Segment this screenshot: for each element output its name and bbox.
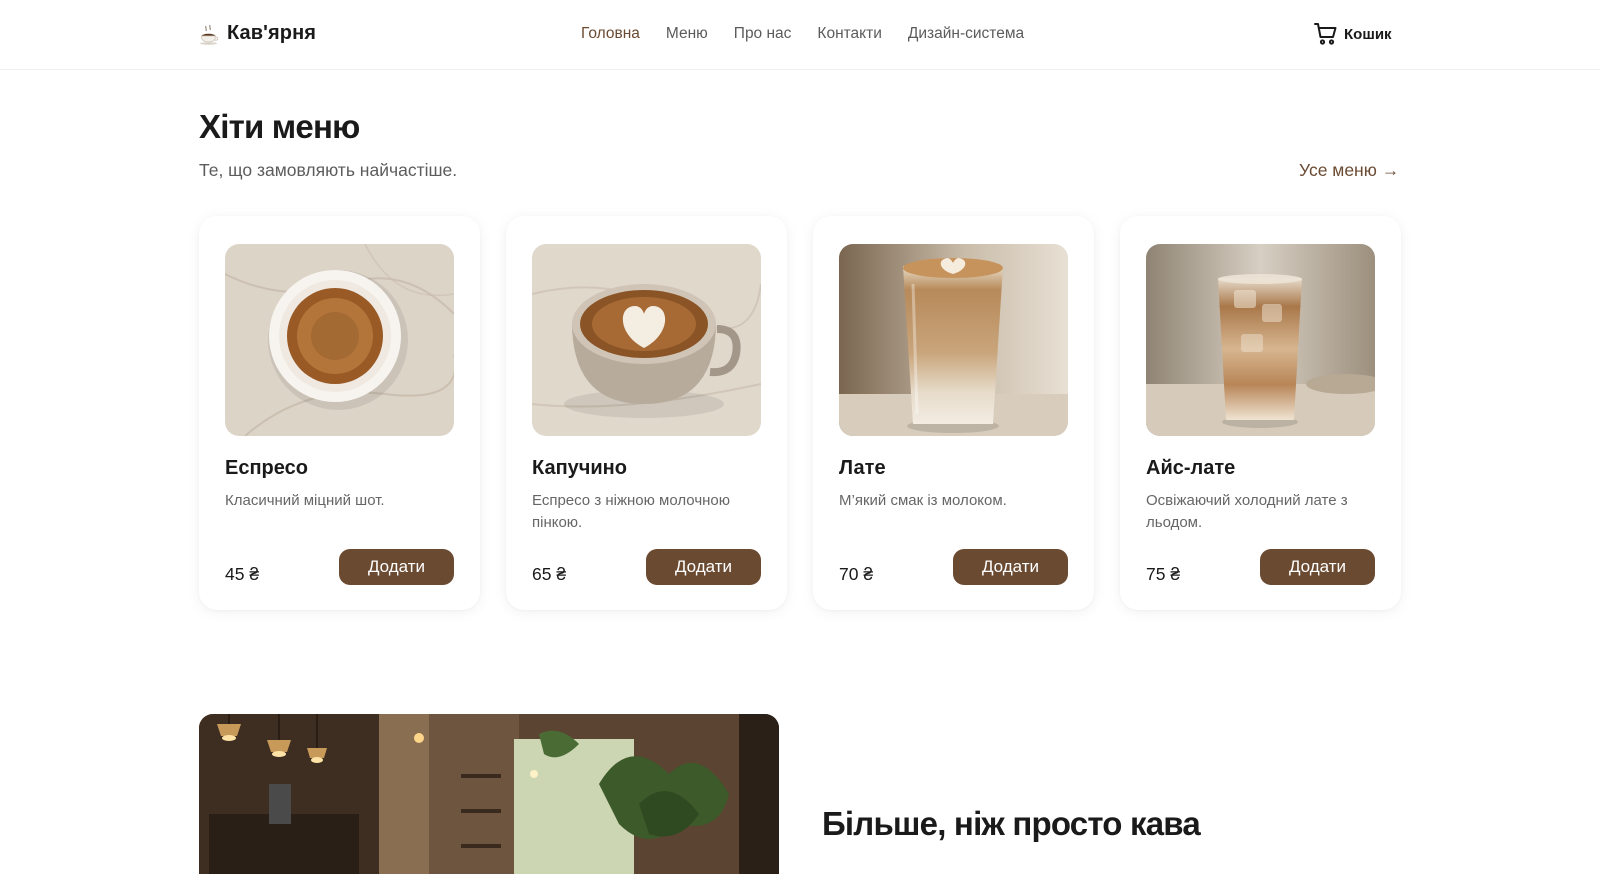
- product-description: Еспресо з ніжною молочною пінкою.: [532, 492, 731, 531]
- product-price: 45 ₴: [225, 564, 260, 584]
- hits-subtitle: Те, що замовляють найчастіше.: [199, 160, 458, 180]
- product-price: 65 ₴: [532, 564, 567, 584]
- product-description: Класичний міцний шот.: [225, 492, 385, 509]
- add-to-cart-button[interactable]: Додати: [953, 549, 1068, 585]
- add-to-cart-button[interactable]: Додати: [339, 549, 454, 585]
- iced-latte-photo: [1146, 244, 1375, 436]
- product-name: Лате: [839, 457, 886, 479]
- hits-title: Хіти меню: [199, 108, 360, 145]
- nav-item-contacts[interactable]: Контакти: [817, 25, 881, 43]
- product-description: Освіжаючий холодний лате з льодом.: [1146, 492, 1348, 531]
- product-price: 70 ₴: [839, 564, 874, 584]
- cart-label: Кошик: [1344, 25, 1392, 43]
- all-menu-link[interactable]: Усе меню →: [1299, 160, 1399, 181]
- nav-item-home[interactable]: Головна: [581, 25, 640, 43]
- product-card: Айс-лате Освіжаючий холодний лате з льод…: [1120, 216, 1401, 610]
- cart-button[interactable]: Кошик: [1314, 22, 1392, 46]
- nav-item-menu[interactable]: Меню: [666, 25, 708, 43]
- site-header: Кав'ярня Головна Меню Про нас Контакти Д…: [0, 0, 1600, 70]
- coffee-cup-icon: [200, 24, 219, 45]
- nav-item-design-system[interactable]: Дизайн-система: [908, 25, 1024, 43]
- cafe-interior-photo: [199, 714, 779, 874]
- add-to-cart-button[interactable]: Додати: [646, 549, 761, 585]
- cart-icon: [1314, 23, 1337, 45]
- latte-photo: [839, 244, 1068, 436]
- product-grid: Еспресо Класичний міцний шот. 45 ₴ Додат…: [199, 216, 1401, 610]
- product-card: Еспресо Класичний міцний шот. 45 ₴ Додат…: [199, 216, 480, 610]
- main-nav: Головна Меню Про нас Контакти Дизайн-сис…: [581, 25, 1024, 43]
- add-to-cart-button[interactable]: Додати: [1260, 549, 1375, 585]
- cappuccino-photo: [532, 244, 761, 436]
- brand-name: Кав'ярня: [227, 22, 317, 44]
- product-card: Лате М’який смак із молоком. 70 ₴ Додати: [813, 216, 1094, 610]
- product-price: 75 ₴: [1146, 564, 1181, 584]
- product-name: Айс-лате: [1146, 457, 1236, 479]
- product-name: Капучино: [532, 457, 627, 479]
- brand-logo[interactable]: Кав'ярня: [199, 22, 316, 45]
- about-title: Більше, ніж просто кава: [822, 805, 1201, 842]
- nav-item-about[interactable]: Про нас: [734, 25, 792, 43]
- product-card: Капучино Еспресо з ніжною молочною пінко…: [506, 216, 787, 610]
- espresso-photo: [225, 244, 454, 436]
- product-description: М’який смак із молоком.: [839, 492, 1007, 509]
- product-name: Еспресо: [225, 457, 308, 479]
